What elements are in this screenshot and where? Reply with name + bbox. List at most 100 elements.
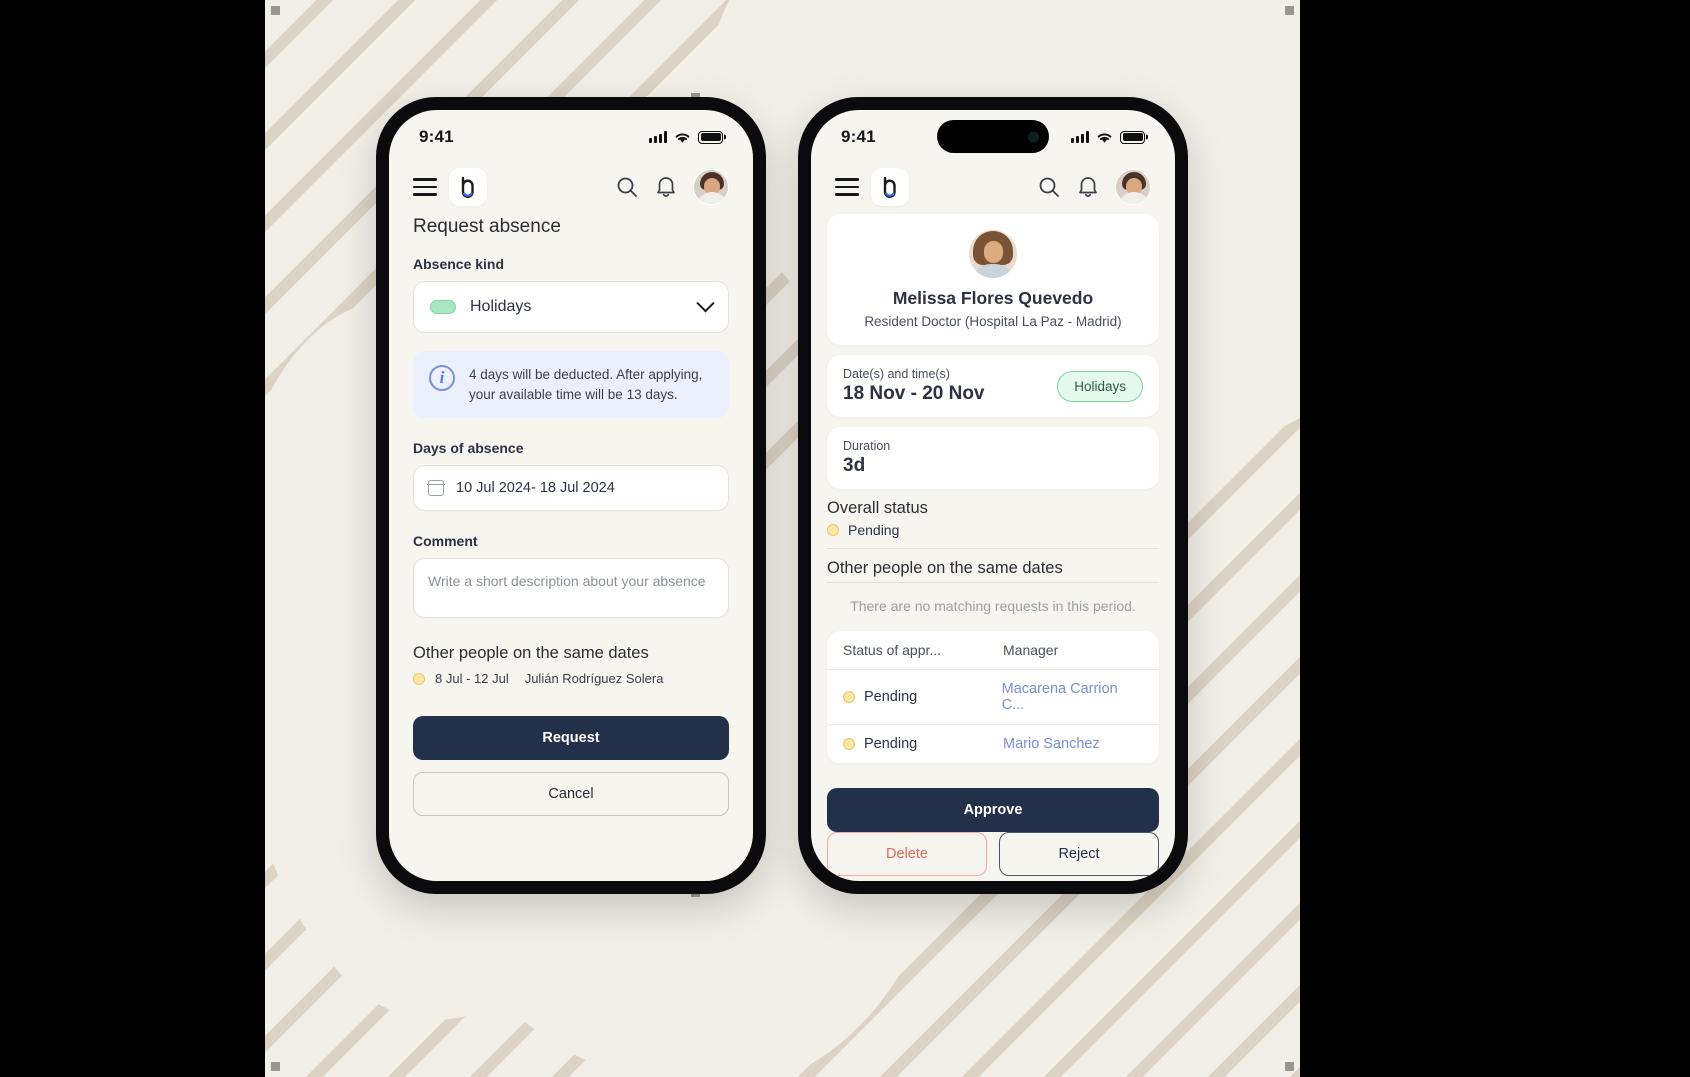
overall-status-value: Pending	[848, 522, 900, 538]
secondary-action-row: Delete Reject	[827, 831, 1159, 876]
comment-label: Comment	[413, 533, 478, 550]
h-logo-icon[interactable]	[449, 168, 487, 206]
table-row[interactable]: Pending Macarena Carrion C...	[827, 670, 1159, 725]
crop-tick	[1285, 6, 1294, 15]
detail-actions: Approve Delete Reject	[811, 764, 1175, 881]
user-avatar[interactable]	[1115, 169, 1151, 205]
comment-placeholder: Write a short description about your abs…	[428, 573, 706, 590]
melissa-avatar	[969, 230, 1017, 278]
hamburger-menu-icon[interactable]	[835, 178, 859, 196]
row-status-label: Pending	[864, 735, 918, 752]
column-header-manager: Manager	[1003, 641, 1059, 658]
chevron-down-icon	[696, 293, 715, 312]
app-header-left	[389, 164, 753, 214]
row-manager-link[interactable]: Mario Sanchez	[1003, 736, 1100, 752]
column-header-status-label: Status of appr...	[843, 641, 942, 658]
pending-dot-icon	[413, 672, 425, 685]
screen-request-absence: 9:41 Request absence Absence kind Holida…	[389, 110, 753, 881]
crop-tick	[1285, 1062, 1294, 1071]
duration-label: Duration	[843, 439, 891, 453]
approvals-table: Status of appr... Manager Pending Macare…	[827, 630, 1159, 764]
overall-status-title: Overall status	[827, 499, 928, 517]
employee-profile-card: Melissa Flores Quevedo Resident Doctor (…	[827, 214, 1159, 345]
divider	[827, 548, 1159, 549]
dates-card: Date(s) and time(s) 18 Nov - 20 Nov Holi…	[827, 355, 1159, 417]
comment-textarea[interactable]: Write a short description about your abs…	[413, 558, 729, 619]
battery-icon	[698, 130, 723, 144]
duration-card-main: Duration 3d	[843, 439, 1143, 477]
column-header-status: Status of appr...	[843, 642, 1003, 658]
phone-right: 9:41 Melissa Flores Quevedo Resident Doc…	[798, 97, 1188, 894]
row-manager-link[interactable]: Macarena Carrion C...	[1002, 681, 1143, 713]
form-actions-left: Request Cancel	[413, 716, 729, 817]
signal-icon	[649, 131, 667, 143]
wifi-icon	[1097, 132, 1112, 143]
days-of-absence-label: Days of absence	[413, 440, 524, 457]
table-row[interactable]: Pending Mario Sanchez	[827, 725, 1159, 764]
list-item: 8 Jul - 12 Jul Julián Rodríguez Solera	[413, 671, 729, 686]
avatar-body	[696, 192, 728, 204]
duration-value: 3d	[843, 455, 866, 476]
absence-kind-value: Holidays	[470, 298, 532, 315]
pending-dot-icon	[843, 690, 855, 703]
bell-icon[interactable]	[655, 175, 677, 199]
crop-tick	[271, 6, 280, 15]
status-indicators	[1071, 130, 1145, 144]
cancel-button[interactable]: Cancel	[413, 772, 729, 817]
dates-card-main: Date(s) and time(s) 18 Nov - 20 Nov	[843, 367, 1047, 405]
dates-label: Date(s) and time(s)	[843, 367, 950, 381]
signal-icon	[1071, 131, 1089, 143]
status-time: 9:41	[841, 127, 876, 146]
other-person-name: Julián Rodríguez Solera	[524, 671, 664, 687]
app-header-right	[811, 164, 1175, 214]
h-logo-icon[interactable]	[871, 168, 909, 206]
reject-button[interactable]: Reject	[999, 831, 1159, 876]
status-bar-right: 9:41	[811, 110, 1175, 164]
crop-tick	[271, 1062, 280, 1071]
overall-status-row: Pending	[827, 522, 1159, 538]
absence-kind-select[interactable]: Holidays	[413, 281, 729, 333]
deduction-info-text: 4 days will be deducted. After applying,…	[469, 367, 703, 402]
status-badge: Holidays	[1057, 370, 1143, 402]
status-bar-left: 9:41	[389, 110, 753, 164]
header-actions-left	[615, 169, 729, 205]
avatar-body	[1118, 192, 1150, 204]
bell-icon[interactable]	[1077, 175, 1099, 199]
dates-value: 18 Nov - 20 Nov	[843, 383, 985, 404]
dynamic-island	[937, 120, 1049, 153]
row-status-label: Pending	[864, 688, 918, 705]
other-people-title-left: Other people on the same dates	[413, 644, 649, 663]
screenshot-stage: 9:41 Request absence Absence kind Holida…	[0, 0, 1690, 1077]
calendar-icon	[427, 480, 445, 497]
battery-icon	[1120, 130, 1145, 144]
screen-absence-detail: 9:41 Melissa Flores Quevedo Resident Doc…	[811, 110, 1175, 881]
duration-card: Duration 3d	[827, 427, 1159, 489]
employee-name: Melissa Flores Quevedo	[892, 288, 1094, 308]
info-circle-icon: i	[429, 365, 455, 391]
pending-dot-icon	[843, 737, 855, 750]
search-icon[interactable]	[1037, 175, 1061, 199]
absence-kind-label: Absence kind	[413, 256, 505, 272]
request-button[interactable]: Request	[413, 716, 729, 761]
days-of-absence-value: 10 Jul 2024- 18 Jul 2024	[456, 480, 615, 497]
wifi-icon	[675, 132, 690, 143]
hamburger-menu-icon[interactable]	[413, 178, 437, 196]
deduction-info-banner: i 4 days will be deducted. After applyin…	[413, 351, 729, 419]
phone-left: 9:41 Request absence Absence kind Holida…	[376, 97, 766, 894]
avatar-face	[984, 241, 1003, 263]
page-title: Request absence	[413, 216, 561, 237]
status-indicators	[649, 130, 723, 144]
user-avatar[interactable]	[693, 169, 729, 205]
row-status-cell: Pending	[843, 689, 1002, 705]
other-people-title-right: Other people on the same dates	[827, 559, 1063, 577]
holidays-color-pill	[430, 300, 456, 314]
empty-state-message: There are no matching requests in this p…	[850, 598, 1136, 614]
header-actions-right	[1037, 169, 1151, 205]
search-icon[interactable]	[615, 175, 639, 199]
pending-dot-icon	[827, 524, 839, 536]
employee-role: Resident Doctor (Hospital La Paz - Madri…	[864, 314, 1122, 329]
days-of-absence-input[interactable]: 10 Jul 2024- 18 Jul 2024	[413, 465, 729, 512]
delete-button[interactable]: Delete	[827, 831, 987, 876]
approve-button[interactable]: Approve	[827, 787, 1159, 832]
row-status-cell: Pending	[843, 736, 1003, 752]
